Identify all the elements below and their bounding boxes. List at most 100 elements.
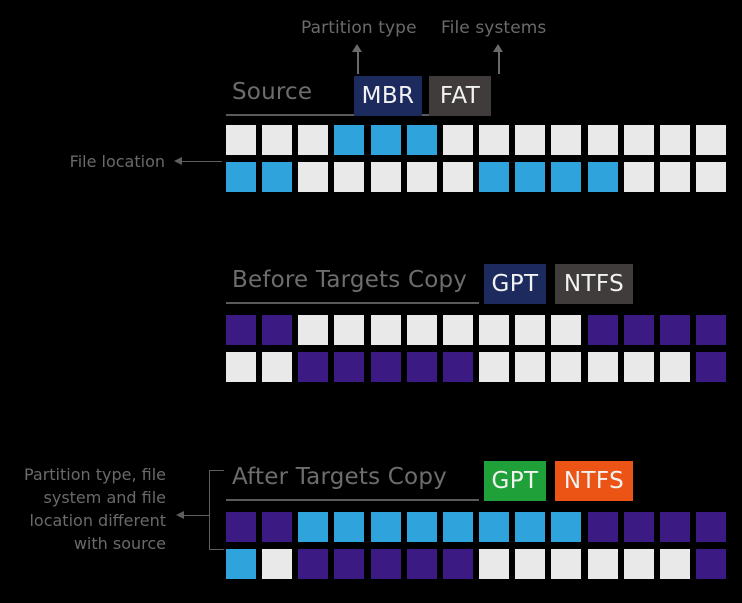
header-rule — [226, 302, 479, 304]
block-cell — [479, 548, 510, 579]
block-cell — [623, 351, 654, 382]
block-cell — [659, 125, 690, 155]
block-cell — [298, 161, 329, 192]
block-cell — [298, 125, 329, 155]
block-cell — [370, 512, 401, 542]
callout-difference-note: Partition type, file system and file loc… — [23, 465, 166, 553]
block-cell — [370, 315, 401, 345]
block-cell — [334, 315, 365, 345]
block-cell — [406, 315, 437, 345]
block-cell — [406, 161, 437, 192]
block-cell — [695, 351, 726, 382]
bracket-after-section — [209, 470, 224, 550]
block-cell — [442, 125, 473, 155]
block-cell — [442, 512, 473, 542]
block-cell — [298, 351, 329, 382]
block-cell — [587, 125, 618, 155]
badge-partition-type: GPT — [484, 461, 546, 501]
callout-file-systems: File systems — [441, 18, 547, 38]
block-cell — [334, 512, 365, 542]
block-grid-after-targets-copy — [226, 512, 732, 585]
block-cell — [298, 548, 329, 579]
header-rule — [226, 499, 479, 501]
block-cell — [587, 161, 618, 192]
section-header-after: After Targets Copy GPT NTFS — [226, 461, 732, 501]
block-cell — [298, 512, 329, 542]
arrow-left-file-location-icon — [174, 157, 222, 166]
block-cell — [623, 512, 654, 542]
block-cell — [515, 548, 546, 579]
block-cell — [659, 548, 690, 579]
block-cell — [551, 512, 582, 542]
block-cell — [479, 351, 510, 382]
block-cell — [334, 161, 365, 192]
block-cell — [551, 315, 582, 345]
section-header-source: Source MBR FAT — [226, 76, 732, 116]
block-cell — [406, 548, 437, 579]
block-cell — [695, 125, 726, 155]
badge-partition-type: GPT — [484, 264, 546, 304]
block-cell — [226, 548, 256, 579]
diagram-canvas: Partition type File systems File locatio… — [0, 0, 742, 603]
block-cell — [551, 351, 582, 382]
section-title: After Targets Copy — [232, 464, 447, 490]
block-cell — [226, 161, 256, 192]
block-cell — [515, 351, 546, 382]
block-cell — [406, 125, 437, 155]
block-grid-before-targets-copy — [226, 315, 732, 388]
block-cell — [262, 315, 293, 345]
block-cell — [587, 548, 618, 579]
block-cell — [226, 125, 256, 155]
block-cell — [262, 548, 293, 579]
block-cell — [262, 125, 293, 155]
block-cell — [442, 315, 473, 345]
block-cell — [623, 315, 654, 345]
block-cell — [515, 315, 546, 345]
block-cell — [262, 512, 293, 542]
block-cell — [623, 161, 654, 192]
block-cell — [515, 512, 546, 542]
block-cell — [442, 161, 473, 192]
arrow-left-difference-note-icon — [176, 511, 210, 520]
block-cell — [551, 548, 582, 579]
block-cell — [406, 512, 437, 542]
block-cell — [695, 548, 726, 579]
block-cell — [442, 351, 473, 382]
block-cell — [695, 512, 726, 542]
block-cell — [442, 548, 473, 579]
block-cell — [479, 161, 510, 192]
block-cell — [262, 161, 293, 192]
block-cell — [551, 161, 582, 192]
block-cell — [226, 315, 256, 345]
block-cell — [479, 315, 510, 345]
arrow-up-partition-type-icon — [352, 44, 363, 74]
block-cell — [695, 315, 726, 345]
badge-file-system: FAT — [429, 76, 491, 116]
badge-file-system: NTFS — [555, 264, 633, 304]
block-cell — [406, 351, 437, 382]
block-cell — [479, 512, 510, 542]
block-cell — [659, 315, 690, 345]
block-cell — [334, 125, 365, 155]
section-header-before: Before Targets Copy GPT NTFS — [226, 264, 732, 304]
block-cell — [551, 125, 582, 155]
callout-file-location: File location — [69, 152, 165, 171]
block-cell — [226, 512, 256, 542]
block-cell — [587, 315, 618, 345]
block-cell — [659, 161, 690, 192]
block-cell — [370, 351, 401, 382]
block-cell — [370, 161, 401, 192]
block-cell — [695, 161, 726, 192]
block-cell — [262, 351, 293, 382]
callout-partition-type: Partition type — [301, 18, 417, 38]
block-cell — [334, 548, 365, 579]
section-title: Before Targets Copy — [232, 267, 468, 293]
block-cell — [587, 512, 618, 542]
block-cell — [659, 512, 690, 542]
block-cell — [623, 125, 654, 155]
block-cell — [515, 161, 546, 192]
block-cell — [298, 315, 329, 345]
block-cell — [515, 125, 546, 155]
section-title: Source — [232, 79, 313, 105]
block-cell — [587, 351, 618, 382]
